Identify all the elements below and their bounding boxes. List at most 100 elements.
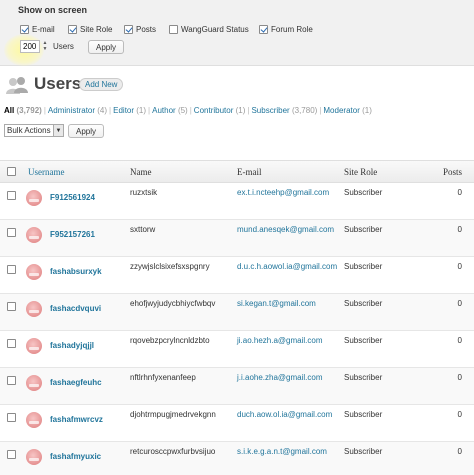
row-checkbox[interactable] [6, 228, 16, 237]
per-page-control: ▲ ▼ Users [20, 40, 74, 53]
email-link[interactable]: si.kegan.t@gmail.com [237, 299, 316, 308]
username-cell: fashabsurxyk [22, 262, 130, 280]
name-cell: ehofjwyjudycbhiycfwbqv [130, 299, 216, 308]
filter-count: (1) [362, 106, 372, 115]
username-link[interactable]: fashadyjqjjl [50, 341, 94, 350]
filter-separator: | [319, 106, 322, 115]
column-toggle-wangguard-status[interactable]: WangGuard Status [169, 23, 249, 35]
name-cell: djohtrmpugjmedrvekgnn [130, 410, 216, 419]
table-row: fashaegfeuhc nftlrhnfyxenanfeep j.i.aohe.z… [0, 368, 474, 405]
filter-link[interactable]: Editor (1) [113, 106, 146, 115]
filter-count: (3,780) [291, 106, 318, 115]
forum-role-checkbox[interactable] [259, 24, 268, 34]
row-checkbox[interactable] [6, 413, 16, 422]
filter-label: Administrator [47, 106, 96, 115]
filter-label: Editor [113, 106, 135, 115]
filter-separator: | [148, 106, 151, 115]
username-cell: F912561924 [22, 188, 130, 206]
email-cell: j.i.aohe.zha@gmail.com [237, 373, 344, 382]
avatar [26, 412, 42, 428]
email-cell: ji.ao.hezh.a@gmail.com [237, 336, 344, 345]
email-link[interactable]: ex.t.i.ncteehp@gmail.com [237, 188, 329, 197]
posts-cell: 0 [457, 299, 462, 308]
email-link[interactable]: mund.anesqek@gmail.com [237, 225, 334, 234]
username-link[interactable]: F912561924 [50, 193, 95, 202]
role-filter-links: All (3,792) | Administrator (4) | Editor (1)… [4, 106, 372, 115]
name-column-header[interactable]: Name [130, 167, 237, 177]
email-link[interactable]: s.i.k.e.g.a.n.t@gmail.com [237, 447, 327, 456]
row-checkbox[interactable] [6, 191, 16, 200]
email-cell: s.i.k.e.g.a.n.t@gmail.com [237, 447, 344, 456]
row-select-cell [0, 410, 22, 422]
row-checkbox[interactable] [6, 339, 16, 348]
email-cell: mund.anesqek@gmail.com [237, 225, 344, 234]
username-link[interactable]: fashabsurxyk [50, 267, 102, 276]
users-per-page-input[interactable] [20, 40, 40, 53]
email-checkbox[interactable] [20, 24, 29, 34]
posts-checkbox[interactable] [124, 24, 133, 34]
filter-separator: | [189, 106, 192, 115]
row-checkbox[interactable] [6, 450, 16, 459]
table-row: fashafmwrcvz djohtrmpugjmedrvekgnn duch.ao… [0, 405, 474, 442]
posts-cell: 0 [457, 188, 462, 197]
table-header: Username Name E-mail Site Role Posts [0, 161, 474, 183]
email-column-header[interactable]: E-mail [237, 167, 344, 177]
role-cell: Subscriber [344, 262, 383, 271]
username-link[interactable]: fashaegfeuhc [50, 378, 102, 387]
chevron-down-icon[interactable]: ▼ [53, 125, 63, 136]
username-cell: fashafmwrcvz [22, 410, 130, 428]
filter-count: (4) [97, 106, 108, 115]
role-column-header: Site Role [344, 166, 378, 177]
select-all-checkbox[interactable] [6, 167, 16, 176]
wangguard-status-checkbox[interactable] [169, 24, 178, 34]
page-title: Users [34, 74, 82, 93]
email-link[interactable]: d.u.c.h.aowol.ia@gmail.com [237, 262, 337, 271]
row-checkbox[interactable] [6, 265, 16, 274]
filter-link[interactable]: Administrator (4) [48, 106, 107, 115]
column-toggle-posts[interactable]: Posts [124, 23, 156, 35]
column-toggle-forum-role[interactable]: Forum Role [259, 23, 313, 35]
posts-cell: 0 [457, 225, 462, 234]
posts-cell: 0 [457, 262, 462, 271]
screen-options-apply-button[interactable]: Apply [88, 40, 125, 54]
email-link[interactable]: duch.aow.ol.ia@gmail.com [237, 410, 332, 419]
filter-label: Contributor [193, 106, 234, 115]
role-cell: Subscriber [344, 447, 383, 456]
bulk-actions-select[interactable]: Bulk Actions ▼ [4, 124, 64, 137]
row-checkbox[interactable] [6, 376, 16, 385]
filter-link[interactable]: All (3,792) [4, 106, 42, 115]
row-checkbox[interactable] [6, 302, 16, 311]
email-link[interactable]: ji.ao.hezh.a@gmail.com [237, 336, 323, 345]
username-cell: fashadyjqjjl [22, 336, 130, 354]
users-table: Username Name E-mail Site Role Posts F91… [0, 160, 474, 475]
username-link[interactable]: fashacdvquvi [50, 304, 101, 313]
filter-count: (3,792) [16, 106, 42, 115]
site-role-checkbox[interactable] [68, 24, 77, 34]
avatar [26, 375, 42, 391]
username-column-header[interactable]: Username [22, 167, 130, 177]
column-toggle-site-role[interactable]: Site Role [68, 23, 112, 35]
username-link[interactable]: fashafmyuxic [50, 452, 101, 461]
email-link[interactable]: j.i.aohe.zha@gmail.com [237, 373, 323, 382]
username-cell: F952157261 [22, 225, 130, 243]
role-cell: Subscriber [344, 225, 383, 234]
column-toggle-label: Posts [136, 24, 157, 34]
spinner-down-icon[interactable]: ▼ [41, 46, 49, 52]
per-page-label: Users [53, 42, 74, 51]
username-link[interactable]: F952157261 [50, 230, 95, 239]
filter-label: Subscriber [251, 106, 290, 115]
filter-link[interactable]: Contributor (1) [194, 106, 246, 115]
row-select-cell [0, 299, 22, 311]
column-toggle-label: E-mail [32, 24, 55, 34]
users-icon [6, 77, 28, 94]
add-new-user-button[interactable]: Add New [79, 78, 124, 91]
username-link[interactable]: fashafmwrcvz [50, 415, 103, 424]
filter-separator: | [109, 106, 112, 115]
filter-link[interactable]: Moderator (1) [323, 106, 371, 115]
filter-link[interactable]: Author (5) [152, 106, 188, 115]
per-page-spinner[interactable]: ▲ ▼ [41, 40, 49, 53]
email-cell: si.kegan.t@gmail.com [237, 299, 344, 308]
filter-link[interactable]: Subscriber (3,780) [251, 106, 317, 115]
name-cell: rqovebzpcrylncnldzbto [130, 336, 210, 345]
bulk-apply-button[interactable]: Apply [68, 124, 105, 138]
